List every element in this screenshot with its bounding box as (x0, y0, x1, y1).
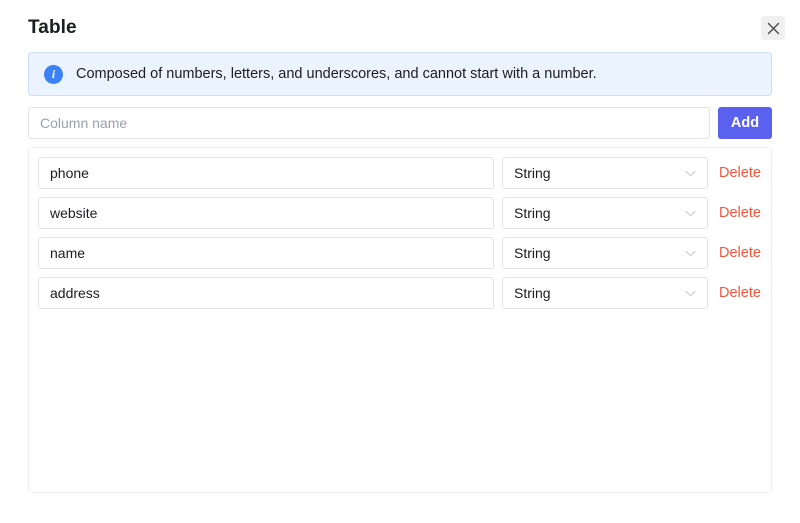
column-name-field[interactable] (38, 277, 494, 309)
table-row: String Delete (38, 277, 762, 309)
chevron-down-icon (685, 204, 696, 222)
column-type-select[interactable]: String (502, 237, 708, 269)
close-icon (767, 22, 780, 35)
page-title: Table (28, 17, 77, 38)
delete-button[interactable]: Delete (719, 237, 761, 269)
chevron-down-icon (685, 284, 696, 302)
column-type-select[interactable]: String (502, 277, 708, 309)
table-dialog: Table i Composed of numbers, letters, an… (0, 0, 800, 523)
add-column-row: Add (28, 107, 772, 139)
columns-list: String Delete String Delete (28, 147, 772, 493)
column-type-value: String (514, 285, 551, 301)
info-circle-icon: i (44, 64, 63, 84)
table-row: String Delete (38, 237, 762, 269)
dialog-header: Table (0, 0, 800, 48)
column-name-field[interactable] (38, 157, 494, 189)
column-name-field[interactable] (38, 197, 494, 229)
table-row: String Delete (38, 157, 762, 189)
column-name-field[interactable] (38, 237, 494, 269)
column-type-value: String (514, 165, 551, 181)
info-banner-text: Composed of numbers, letters, and unders… (76, 66, 597, 82)
delete-button[interactable]: Delete (719, 157, 761, 189)
column-type-select[interactable]: String (502, 157, 708, 189)
close-button[interactable] (761, 16, 785, 40)
column-name-input[interactable] (28, 107, 710, 139)
chevron-down-icon (685, 164, 696, 182)
column-type-value: String (514, 245, 551, 261)
info-banner: i Composed of numbers, letters, and unde… (28, 52, 772, 96)
add-button[interactable]: Add (718, 107, 772, 139)
column-type-value: String (514, 205, 551, 221)
delete-button[interactable]: Delete (719, 277, 761, 309)
chevron-down-icon (685, 244, 696, 262)
table-row: String Delete (38, 197, 762, 229)
column-type-select[interactable]: String (502, 197, 708, 229)
delete-button[interactable]: Delete (719, 197, 761, 229)
